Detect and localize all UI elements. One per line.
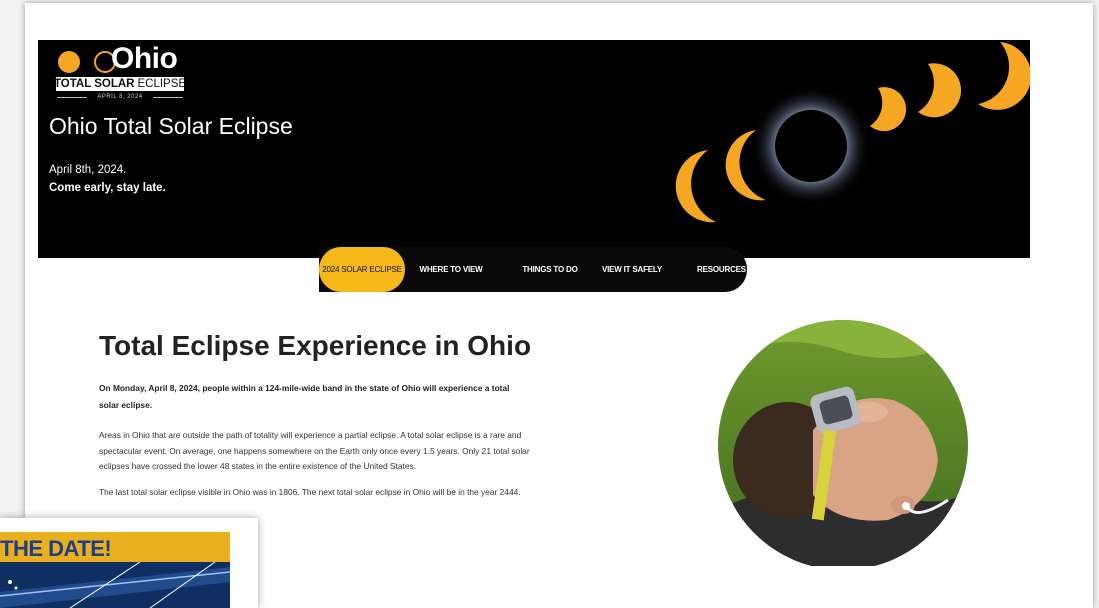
- logo-divider-right: [153, 97, 183, 98]
- nav-item-2024-solar-eclipse[interactable]: 2024 SOLAR ECLIPSE: [319, 247, 405, 292]
- eclipse-phases-icon: [58, 51, 115, 73]
- page-heading: Total Eclipse Experience in Ohio: [99, 330, 532, 361]
- eclipse-viewer-photo: [718, 320, 968, 566]
- nav-item-resources[interactable]: RESOURCES: [674, 247, 769, 292]
- nav-item-view-it-safely[interactable]: VIEW IT SAFELY: [591, 247, 673, 292]
- main-nav: 2024 SOLAR ECLIPSE WHERE TO VIEW THINGS …: [319, 247, 747, 292]
- nav-item-things-to-do[interactable]: THINGS TO DO: [509, 247, 591, 292]
- thumbnail-map-image: [0, 562, 230, 608]
- save-the-date-thumbnail[interactable]: THE DATE!: [0, 518, 258, 608]
- logo-banner-rest: ECLIPSE: [137, 78, 187, 90]
- body-paragraph-2: The last total solar eclipse visible in …: [99, 487, 521, 497]
- body-paragraph-1: Areas in Ohio that are outside the path …: [99, 430, 530, 471]
- thumbnail-text: THE DATE!: [0, 536, 112, 561]
- hero-title: Ohio Total Solar Eclipse: [49, 113, 293, 139]
- logo-banner: TOTAL SOLAR ECLIPSE: [53, 77, 187, 91]
- hero-date: April 8th, 2024.: [49, 164, 127, 176]
- eclipse-path-map-icon: [0, 562, 230, 608]
- hero-tagline: Come early, stay late.: [49, 182, 166, 194]
- nav-item-where-to-view[interactable]: WHERE TO VIEW: [410, 247, 492, 292]
- hero-banner: Ohio TOTAL SOLAR ECLIPSE APRIL 8, 2024 O…: [38, 40, 1030, 258]
- ohio-eclipse-logo[interactable]: Ohio TOTAL SOLAR ECLIPSE APRIL 8, 2024: [53, 42, 190, 104]
- logo-banner-bold: TOTAL SOLAR: [53, 78, 135, 90]
- person-with-eclipse-glasses-image: [718, 320, 968, 566]
- logo-wordmark: Ohio: [111, 42, 178, 75]
- lead-paragraph: On Monday, April 8, 2024, people within …: [99, 383, 510, 410]
